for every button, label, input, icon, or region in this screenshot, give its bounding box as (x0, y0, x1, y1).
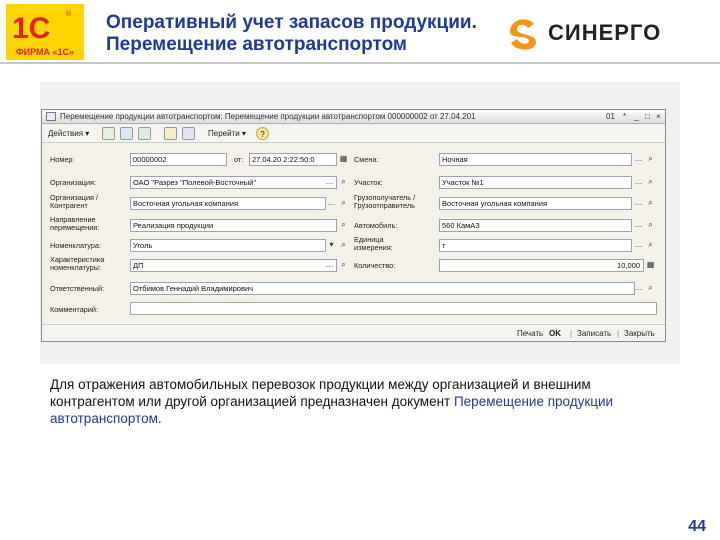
document-icon (46, 112, 56, 121)
organization-field[interactable]: ОАО "Разрез "Полевой-Восточный" (130, 176, 337, 189)
consignee-select-button[interactable]: … (633, 198, 644, 209)
window-counter: 01 (606, 112, 615, 121)
direction-search-icon[interactable]: ⌕ (338, 220, 349, 231)
characteristic-field[interactable]: ДП (130, 259, 337, 272)
consignee-label: Грузополучатель / Грузоотправитель (354, 193, 416, 210)
comment-field[interactable] (130, 302, 657, 315)
new-document-icon[interactable] (102, 127, 115, 140)
vehicle-search-icon[interactable]: ⌕ (645, 220, 656, 231)
shift-field[interactable]: Ночная (439, 153, 632, 166)
window-footer: Печать OK | Записать | Закрыть (42, 324, 665, 341)
close-button[interactable]: Закрыть (624, 328, 655, 339)
logo-synergy: СИНЕРГО (510, 19, 661, 50)
page-title-line1: Оперативный учет запасов продукции. (106, 12, 477, 33)
footer-separator: | (617, 329, 620, 338)
quantity-label: Количество: (354, 261, 396, 270)
number-label: Номер: (50, 155, 75, 164)
quantity-field[interactable]: 10,000 (439, 259, 644, 272)
direction-field[interactable]: Реализация продукции (130, 219, 337, 232)
site-select-button[interactable]: … (633, 177, 644, 188)
actions-menu[interactable]: Действия ▾ (48, 127, 89, 140)
characteristic-search-icon[interactable]: ⌕ (338, 260, 349, 271)
shift-label: Смена: (354, 155, 379, 164)
comment-label: Комментарий: (50, 305, 98, 314)
help-icon[interactable]: ? (256, 127, 269, 140)
print-button[interactable]: Печать (517, 328, 543, 339)
logo-synergy-text: СИНЕРГО (548, 20, 661, 45)
responsible-field[interactable]: Отбимов Геннадий Владимирович (130, 282, 635, 295)
goto-menu-label: Перейти (208, 129, 240, 138)
svg-text:®: ® (66, 10, 72, 18)
organization-label: Организация: (50, 178, 97, 187)
document-window: Перемещение продукции автотранспортом: П… (41, 109, 666, 342)
vehicle-label: Автомобиль: (354, 221, 398, 230)
item-dropdown-icon[interactable]: ▾ (326, 240, 337, 251)
window-minimize-button[interactable]: _ (631, 111, 642, 122)
toolbar: Действия ▾ Перейти ▾ ? (42, 125, 665, 143)
page-number: 44 (688, 518, 706, 535)
calendar-icon[interactable]: ▦ (338, 154, 349, 165)
counterparty-field[interactable]: Восточная угольная компания (130, 197, 326, 210)
movements-icon[interactable] (182, 127, 195, 140)
unit-select-button[interactable]: … (633, 240, 644, 251)
vehicle-select-button[interactable]: … (633, 220, 644, 231)
header-divider (0, 62, 720, 64)
number-field[interactable]: 00000002 (130, 153, 227, 166)
characteristic-label: Характеристика номенклатуры: (50, 255, 105, 272)
responsible-search-icon[interactable]: ⌕ (645, 283, 656, 294)
svg-text:1С: 1С (12, 12, 50, 45)
organization-search-icon[interactable]: ⌕ (338, 177, 349, 188)
calculator-icon[interactable]: ▦ (645, 260, 656, 271)
item-field[interactable]: Уголь (130, 239, 326, 252)
window-close-button[interactable]: × (653, 111, 664, 122)
shift-search-icon[interactable]: ⌕ (645, 154, 656, 165)
structure-icon[interactable] (164, 127, 177, 140)
post-document-icon[interactable] (138, 127, 151, 140)
direction-label: Направление перемещения: (50, 215, 100, 232)
counterparty-search-icon[interactable]: ⌕ (338, 198, 349, 209)
item-search-icon[interactable]: ⌕ (338, 240, 349, 251)
date-field[interactable]: 27.04.20 2:22:50:0 (249, 153, 337, 166)
ok-button[interactable]: OK (549, 328, 561, 339)
organization-select-button[interactable]: … (324, 177, 335, 188)
unit-field[interactable]: т (439, 239, 632, 252)
counterparty-label: Организация / Контрагент (50, 193, 99, 210)
unit-label: Единица измерения: (354, 235, 393, 252)
copy-document-icon[interactable] (120, 127, 133, 140)
description: Для отражения автомобильных перевозок пр… (50, 376, 670, 427)
site-field[interactable]: Участок №1 (439, 176, 632, 189)
window-title: Перемещение продукции автотранспортом: П… (60, 112, 476, 121)
site-search-icon[interactable]: ⌕ (645, 177, 656, 188)
window-maximize-button[interactable]: □ (642, 111, 653, 122)
vehicle-field[interactable]: 560 КамАЗ (439, 219, 632, 232)
counterparty-select-button[interactable]: … (326, 198, 337, 209)
actions-menu-label: Действия (48, 129, 84, 138)
consignee-search-icon[interactable]: ⌕ (645, 198, 656, 209)
logo-1c-text: ФИРМА «1С» (16, 47, 74, 57)
description-tail: . (157, 411, 162, 426)
consignee-field[interactable]: Восточная угольная компания (439, 197, 632, 210)
page-title: Оперативный учет запасов продукции. Пере… (106, 12, 477, 56)
date-label: от: (234, 155, 244, 164)
save-button[interactable]: Записать (577, 328, 611, 339)
goto-menu[interactable]: Перейти ▾ (208, 127, 246, 140)
window-titlebar: Перемещение продукции автотранспортом: П… (42, 110, 665, 124)
page-title-line2: Перемещение автотранспортом (106, 34, 407, 55)
unit-search-icon[interactable]: ⌕ (645, 240, 656, 251)
responsible-label: Ответственный: (50, 284, 105, 293)
synergy-s-icon (510, 19, 536, 50)
responsible-select-button[interactable]: … (633, 283, 644, 294)
footer-separator: | (570, 329, 573, 338)
site-label: Участок: (354, 178, 383, 187)
shift-select-button[interactable]: … (633, 154, 644, 165)
item-label: Номенклатура: (50, 241, 101, 250)
window-star-button[interactable]: * (619, 111, 630, 122)
logo-1c: 1С ® ФИРМА «1С» (6, 4, 84, 60)
characteristic-select-button[interactable]: … (324, 260, 335, 271)
